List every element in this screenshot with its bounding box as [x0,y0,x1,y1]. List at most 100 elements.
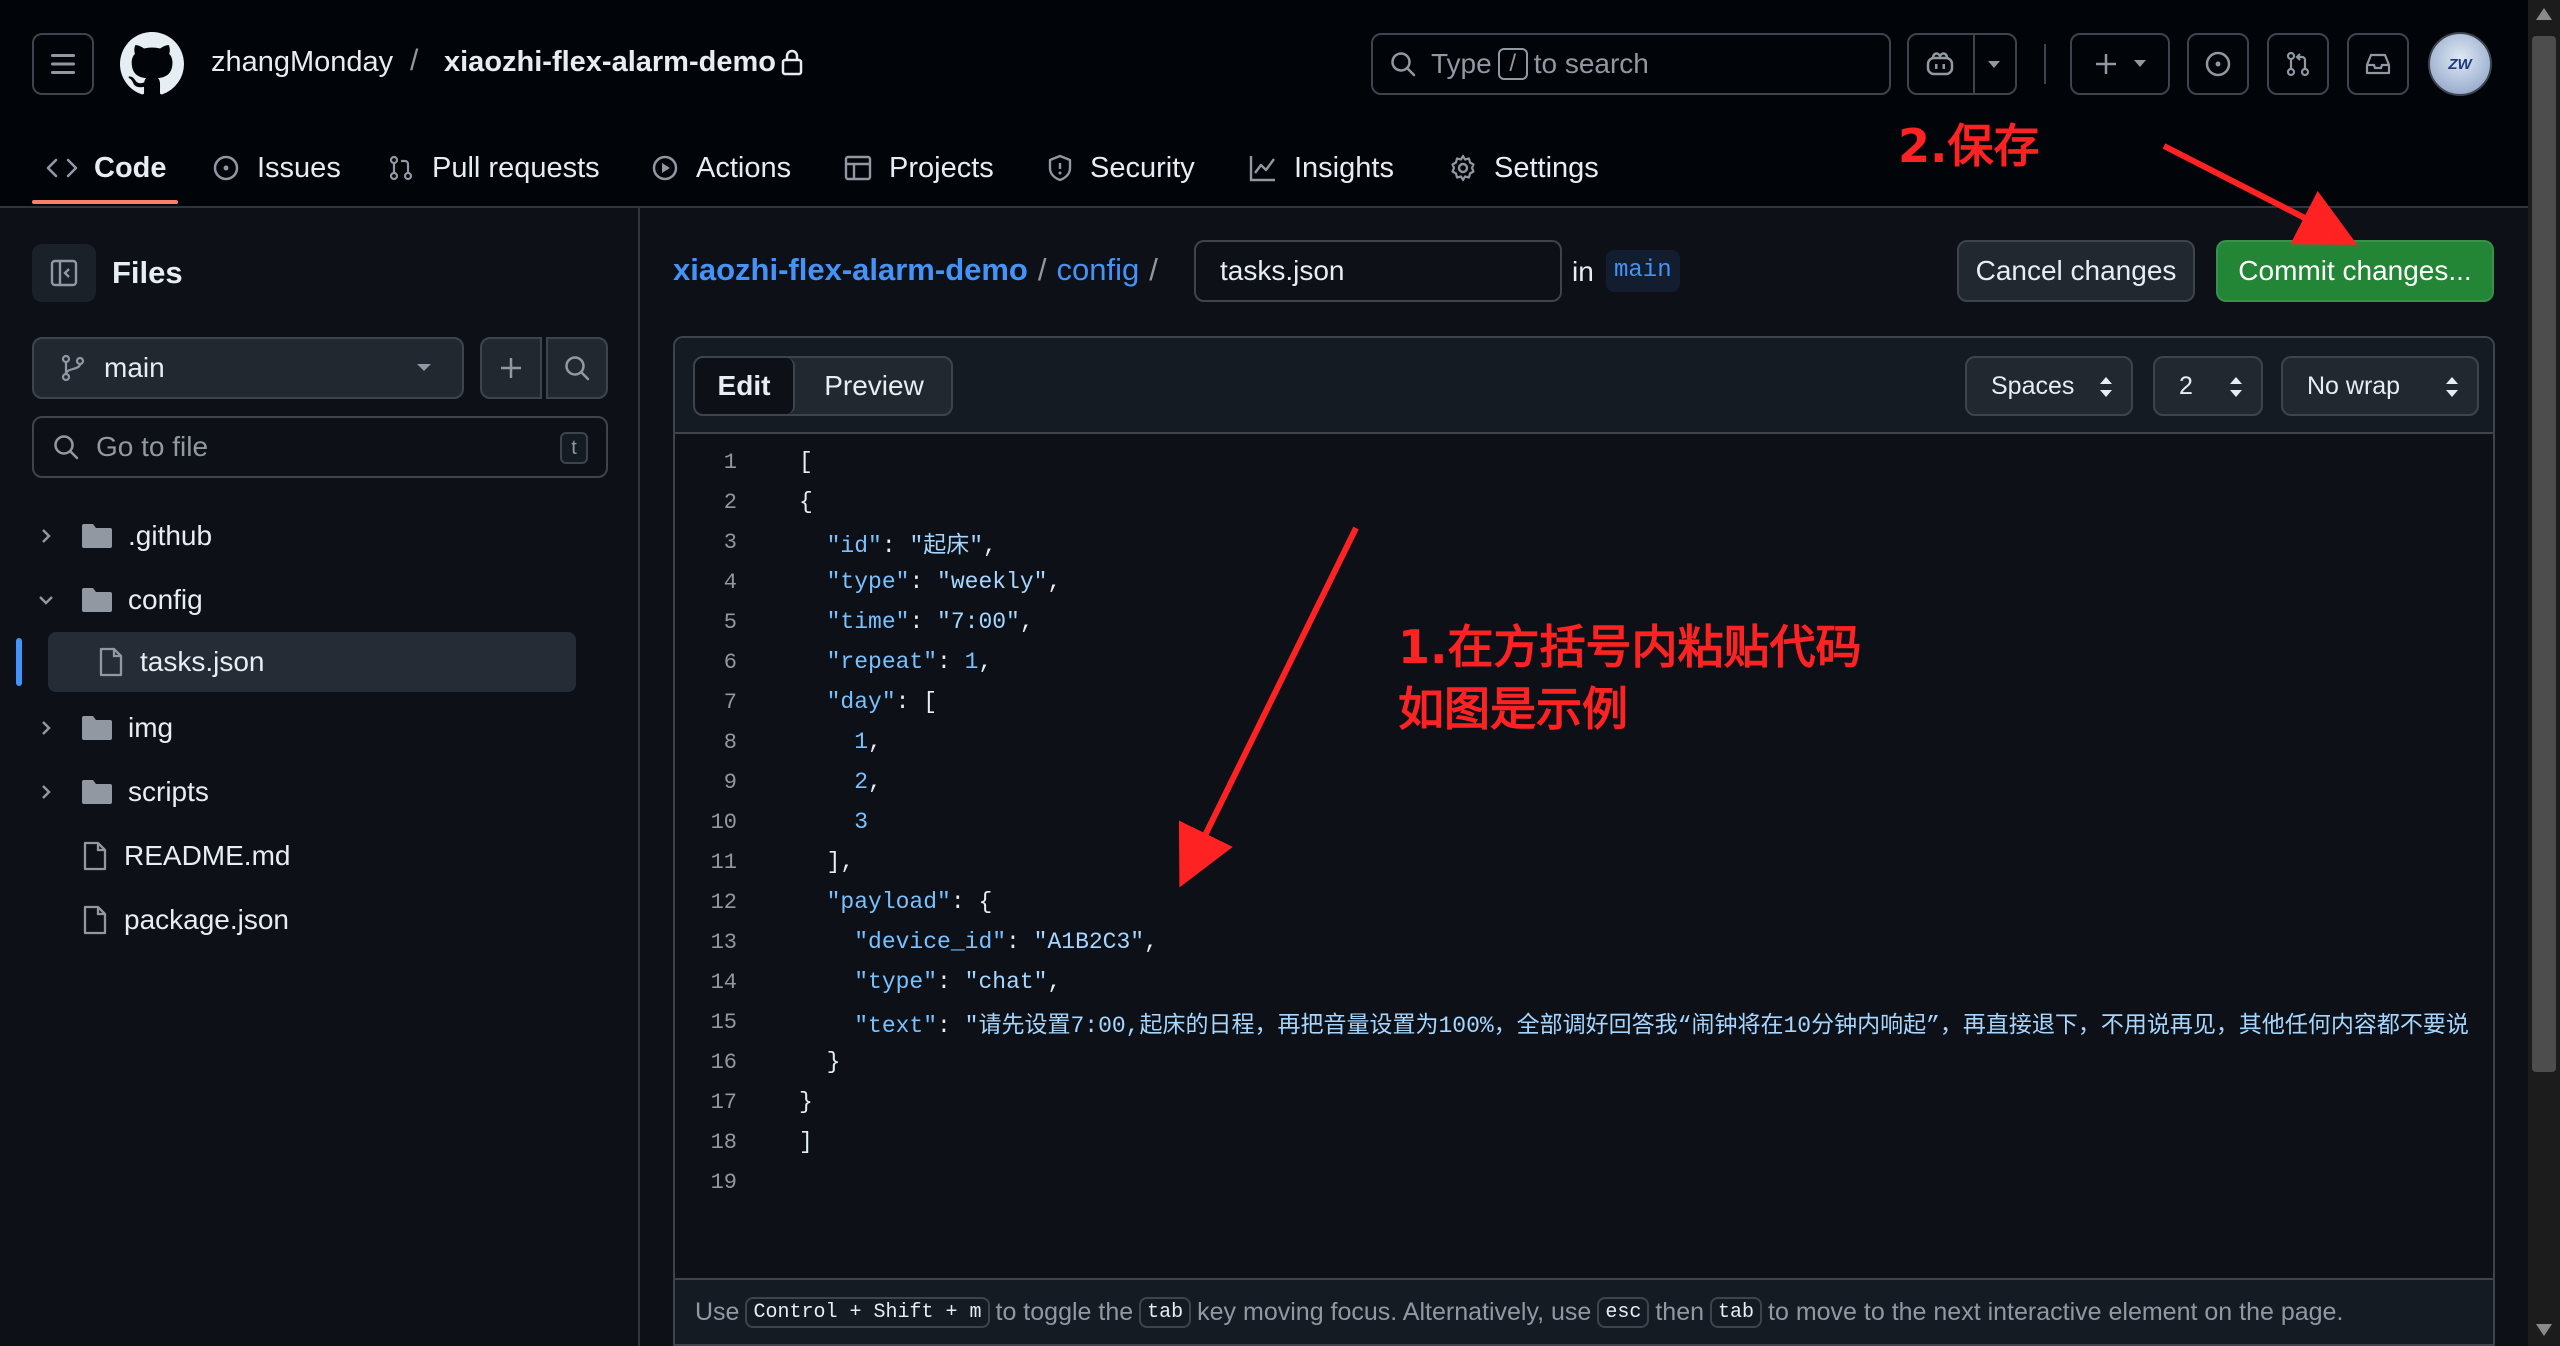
footer-kbd: Control + Shift + m [745,1296,990,1328]
repo-name-link[interactable]: xiaozhi-flex-alarm-demo [444,46,776,79]
code-line[interactable]: 10 3 [675,802,2493,842]
tree-folder-img[interactable]: img [36,698,173,758]
scroll-up-arrow-icon[interactable] [2536,8,2552,20]
go-to-file-shortcut: t [560,432,588,464]
your-pull-requests-button[interactable] [2267,33,2329,95]
editor-toolbar: Edit Preview Spaces 2 No wrap [675,338,2493,434]
line-number: 15 [710,1009,737,1035]
branch-tag: main [1606,250,1680,292]
notifications-inbox-button[interactable] [2347,33,2409,95]
footer-kbd: tab [1710,1296,1763,1328]
git-branch-icon [61,354,85,382]
tree-file-readme[interactable]: README.md [82,826,290,886]
tab-settings[interactable]: Settings [1448,130,1599,206]
chevron-down-icon [39,596,53,605]
branch-name: main [104,352,165,383]
tree-folder-github[interactable]: .github [36,506,212,566]
tab-projects[interactable]: Projects [843,130,994,206]
tree-file-tasks-json[interactable]: tasks.json [48,632,576,692]
footer-kbd: tab [1139,1296,1192,1328]
search-icon [1391,52,1416,77]
tab-insights[interactable]: Insights [1248,130,1394,206]
chevron-down-icon [417,364,431,371]
folder-icon [82,780,112,804]
tab-label: Settings [1494,151,1599,184]
line-number: 1 [723,449,737,475]
code-line[interactable]: 15 "text": "请先设置7:00,起床的日程，再把音量设置为100%，全… [675,1002,2493,1042]
tab-preview[interactable]: Preview [795,358,951,414]
copilot-button[interactable] [1907,33,2017,95]
shield-icon [1048,154,1072,182]
tree-item-label: config [128,584,203,615]
tree-folder-config[interactable]: config [36,570,203,630]
code-line[interactable]: 17} [675,1082,2493,1122]
tab-label: Actions [696,151,792,184]
cancel-changes-button[interactable]: Cancel changes [1957,240,2195,302]
breadcrumb-separator: / [1149,252,1158,287]
code-line[interactable]: 9 2, [675,762,2493,802]
search-icon [565,356,590,381]
page-scrollbar-thumb[interactable] [2532,36,2556,1072]
scroll-down-arrow-icon[interactable] [2536,1324,2552,1336]
indent-mode-value: Spaces [1991,371,2075,400]
code-line[interactable]: 2{ [675,482,2493,522]
editor-help-footer: Use Control + Shift + m to toggle the ta… [675,1278,2493,1344]
your-issues-button[interactable] [2187,33,2249,95]
owner-repo-separator: / [410,44,419,77]
tab-security[interactable]: Security [1046,130,1195,206]
code-line[interactable]: 18] [675,1122,2493,1162]
line-content: "text": "请先设置7:00,起床的日程，再把音量设置为100%，全部调好… [854,1013,2469,1039]
plus-icon [2096,54,2116,74]
go-to-file-input[interactable]: Go to file t [32,416,608,478]
filename-input[interactable]: tasks.json [1194,240,1562,302]
code-editor: Edit Preview Spaces 2 No wrap 1[2{3 "id"… [673,336,2495,1346]
indent-size-select[interactable]: 2 [2153,356,2263,416]
tab-pull-requests[interactable]: Pull requests [386,130,600,206]
code-line[interactable]: 16 } [675,1042,2493,1082]
tree-item-label: img [128,712,174,743]
tab-actions[interactable]: Actions [650,130,791,206]
footer-text: Use [695,1297,740,1326]
line-number: 12 [710,889,737,915]
in-branch-label: in [1572,256,1594,287]
user-avatar[interactable]: ZW [2428,32,2492,96]
tab-issues[interactable]: Issues [211,130,341,206]
tree-folder-scripts[interactable]: scripts [36,762,209,822]
code-line[interactable]: 3 "id": "起床", [675,522,2493,562]
wrap-mode-select[interactable]: No wrap [2281,356,2479,416]
global-search-input[interactable]: Type / to search [1371,33,1891,95]
chevron-down-icon[interactable] [1987,60,2001,70]
line-content: "device_id": "A1B2C3", [854,929,1158,955]
code-line[interactable]: 13 "device_id": "A1B2C3", [675,922,2493,962]
collapse-sidebar-button[interactable] [32,244,96,302]
search-files-button[interactable] [546,337,608,399]
breadcrumb-repo-link[interactable]: xiaozhi-flex-alarm-demo [673,252,1028,288]
code-line[interactable]: 4 "type": "weekly", [675,562,2493,602]
active-tab-indicator [32,200,178,204]
code-line[interactable]: 1[ [675,442,2493,482]
breadcrumb-folder-link[interactable]: config [1057,252,1140,288]
line-number: 17 [710,1089,737,1115]
annotation-save: 2.保存 [1898,119,2040,173]
code-line[interactable]: 19 [675,1162,2493,1202]
annotation-line: 如图是示例 [1398,682,1628,736]
line-content: "repeat": 1, [826,649,993,675]
folder-icon [82,716,112,740]
repo-owner-link[interactable]: zhangMonday [211,46,393,79]
code-line[interactable]: 12 "payload": { [675,882,2493,922]
tree-file-package-json[interactable]: package.json [82,890,289,950]
tab-edit[interactable]: Edit [695,358,795,414]
github-logo-icon[interactable] [120,32,184,96]
line-number: 14 [710,969,737,995]
create-new-button[interactable] [2070,33,2170,95]
code-line[interactable]: 14 "type": "chat", [675,962,2493,1002]
add-file-button[interactable] [480,337,542,399]
indent-mode-select[interactable]: Spaces [1965,356,2133,416]
code-line[interactable]: 11 ], [675,842,2493,882]
branch-selector[interactable]: main [32,337,464,399]
menu-button[interactable] [32,33,94,95]
commit-changes-button[interactable]: Commit changes... [2216,240,2494,302]
edit-preview-toggle: Edit Preview [693,356,953,416]
tab-code[interactable]: Code [46,130,167,206]
line-content: "id": "起床", [826,533,997,559]
